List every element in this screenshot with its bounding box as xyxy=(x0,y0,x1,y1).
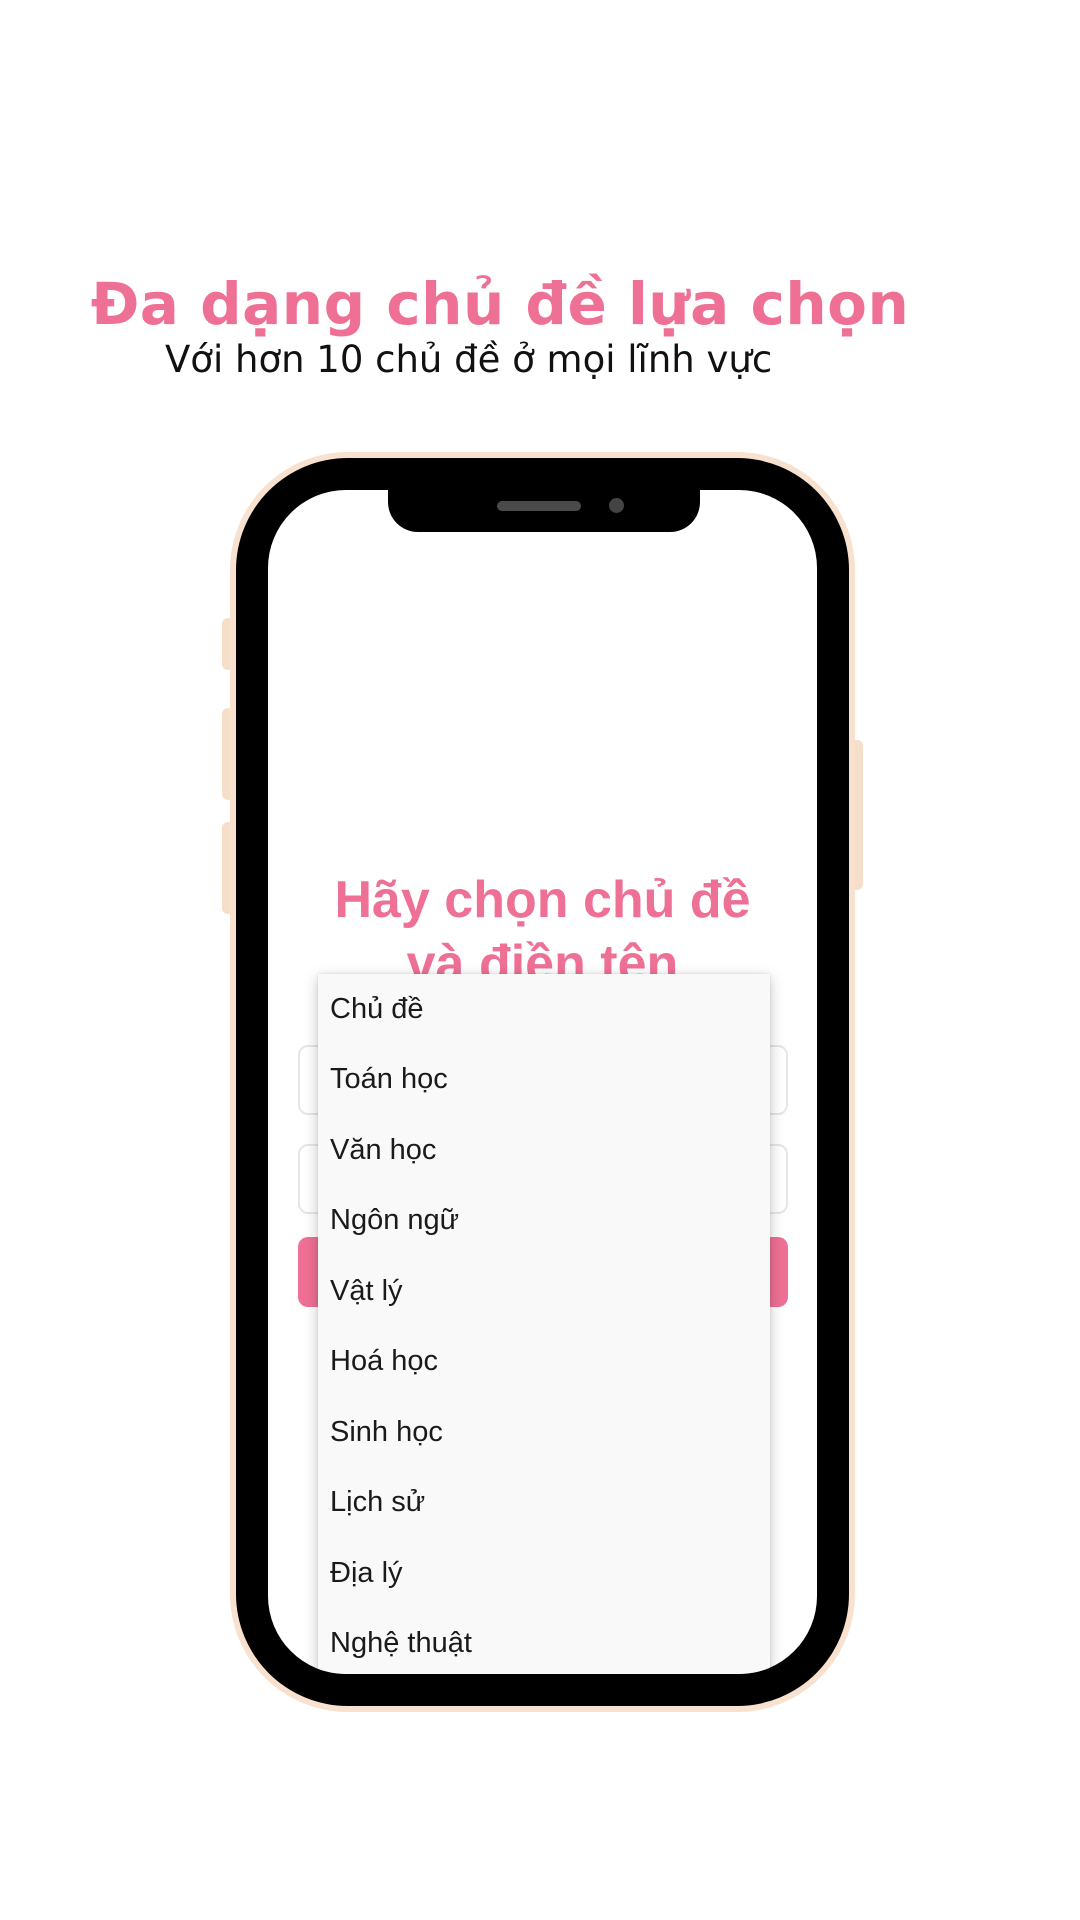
dropdown-option-lich-su[interactable]: Lịch sử xyxy=(318,1468,770,1539)
phone-screen: Hãy chọn chủ đề và điền tên Chủ đề Toán … xyxy=(268,490,817,1674)
phone-speaker xyxy=(497,501,581,511)
dropdown-option-ngon-ngu[interactable]: Ngôn ngữ xyxy=(318,1186,770,1257)
front-camera-icon xyxy=(609,498,624,513)
dropdown-option-dia-ly[interactable]: Địa lý xyxy=(318,1538,770,1609)
dropdown-option-chu-de[interactable]: Chủ đề xyxy=(318,974,770,1045)
promo-canvas: Đa dạng chủ đề lựa chọn Với hơn 10 chủ đ… xyxy=(0,0,1080,1920)
topic-dropdown-menu: Chủ đề Toán học Văn học Ngôn ngữ Vật lý … xyxy=(318,974,770,1674)
dropdown-option-toan-hoc[interactable]: Toán học xyxy=(318,1045,770,1116)
promo-headline: Đa dạng chủ đề lựa chọn xyxy=(90,270,910,338)
screen-title-line-1: Hãy chọn chủ đề xyxy=(334,871,751,929)
promo-subheadline: Với hơn 10 chủ đề ở mọi lĩnh vực xyxy=(165,338,773,381)
dropdown-option-hoa-hoc[interactable]: Hoá học xyxy=(318,1327,770,1398)
dropdown-option-van-hoc[interactable]: Văn học xyxy=(318,1115,770,1186)
dropdown-option-sinh-hoc[interactable]: Sinh học xyxy=(318,1397,770,1468)
dropdown-option-nghe-thuat[interactable]: Nghệ thuật xyxy=(318,1609,770,1675)
dropdown-option-vat-ly[interactable]: Vật lý xyxy=(318,1256,770,1327)
